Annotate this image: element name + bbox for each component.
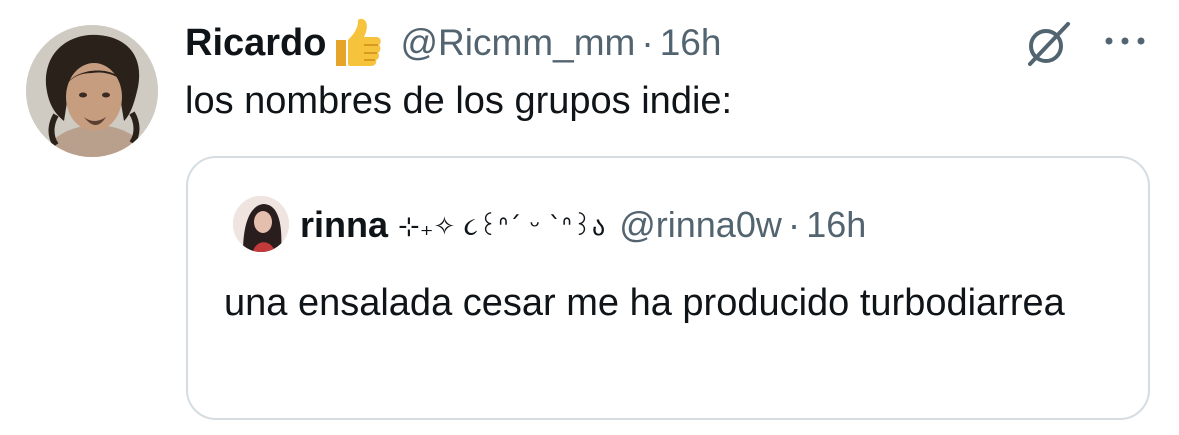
author-handle[interactable]: @Ricmm_mm xyxy=(400,22,635,64)
author-display-name[interactable]: Ricardo xyxy=(185,22,326,65)
separator-dot: · xyxy=(641,22,654,63)
tweet-text: los nombres de los grupos indie: xyxy=(185,80,733,122)
thumbs-up-emoji-icon xyxy=(328,18,382,68)
author-avatar[interactable] xyxy=(26,25,158,157)
quoted-separator-dot: · xyxy=(787,204,801,245)
quoted-author-display-name[interactable]: rinna xyxy=(300,204,388,246)
quoted-tweet-timestamp[interactable]: 16h xyxy=(806,204,866,246)
quoted-author-name-decoration: ⊹₊✧ ૮꒰ᐢ´ ᵕ `ᐢ꒱ა xyxy=(398,211,606,242)
grok-icon[interactable] xyxy=(1022,18,1074,70)
quoted-tweet[interactable]: rinna ⊹₊✧ ૮꒰ᐢ´ ᵕ `ᐢ꒱ა @rinna0w · 16h una… xyxy=(186,156,1150,420)
tweet: Ricardo @Ricmm_mm · 16h los nombres de l… xyxy=(0,0,1179,435)
quoted-author-handle[interactable]: @rinna0w xyxy=(619,204,782,246)
tweet-header: Ricardo @Ricmm_mm · 16h xyxy=(185,18,721,68)
quoted-tweet-header: rinna ⊹₊✧ ૮꒰ᐢ´ ᵕ `ᐢ꒱ა @rinna0w · 16h xyxy=(300,200,866,250)
quoted-tweet-text: una ensalada cesar me ha producido turbo… xyxy=(224,282,1065,324)
tweet-timestamp[interactable]: 16h xyxy=(660,22,722,64)
more-options-icon[interactable] xyxy=(1102,34,1148,48)
quoted-author-avatar[interactable] xyxy=(233,196,289,252)
